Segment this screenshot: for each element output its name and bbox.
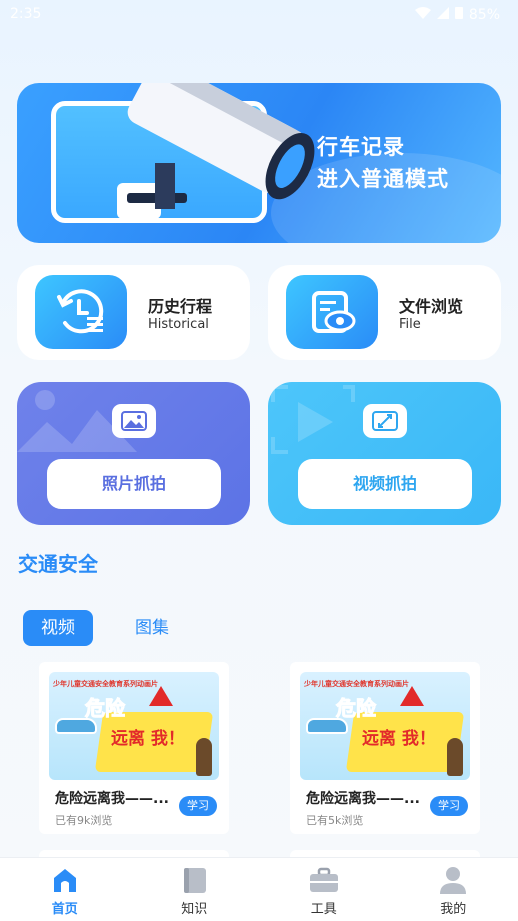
- child-figure-icon: [447, 738, 463, 776]
- banner-line2: 进入普通模式: [317, 167, 449, 191]
- file-view-icon: [286, 275, 378, 349]
- file-subtitle: File: [399, 317, 421, 332]
- video-views: 已有9k浏览: [55, 814, 113, 827]
- wifi-icon: [414, 6, 431, 23]
- video-capture-button[interactable]: 视频抓拍: [298, 459, 472, 509]
- section-title: 交通安全: [18, 552, 98, 576]
- video-title: 危险远离我——...: [55, 791, 169, 807]
- banner-text: 行车记录 进入普通模式: [317, 131, 449, 195]
- battery-icon: [454, 6, 463, 23]
- photo-capture-button[interactable]: 照片抓拍: [47, 459, 221, 509]
- status-icons: 85%: [414, 6, 500, 23]
- tab-gallery[interactable]: 图集: [117, 610, 187, 646]
- historical-title: 历史行程: [148, 297, 213, 316]
- nav-tools[interactable]: 工具: [259, 858, 389, 921]
- thumb-away-text: 远离 我！: [362, 729, 436, 749]
- toolbox-icon: [309, 866, 339, 898]
- warning-icon: [400, 686, 424, 706]
- nav-home-label: 首页: [51, 902, 78, 917]
- nav-tools-label: 工具: [310, 902, 337, 917]
- video-expand-icon: [363, 404, 407, 438]
- file-title: 文件浏览: [399, 297, 464, 316]
- nav-mine-label: 我的: [440, 902, 467, 917]
- status-time: 2:35: [10, 6, 42, 22]
- thumb-danger-text: 危险: [336, 696, 377, 721]
- camera-illustration-icon: [97, 83, 327, 237]
- nav-knowledge[interactable]: 知识: [130, 858, 260, 921]
- file-browse-card[interactable]: 文件浏览 File: [268, 265, 501, 360]
- battery-level: 85%: [468, 6, 500, 23]
- nav-knowledge-label: 知识: [181, 902, 208, 917]
- thumb-series-text: 少年儿童交通安全教育系列动画片: [304, 680, 409, 688]
- tab-video[interactable]: 视频: [23, 610, 93, 646]
- home-icon: [51, 866, 79, 898]
- study-badge[interactable]: 学习: [179, 796, 217, 816]
- car-icon: [55, 718, 97, 734]
- video-card[interactable]: 少年儿童交通安全教育系列动画片 危险 远离 我！ 危险远离我——... 已有5k…: [290, 662, 480, 834]
- video-title: 危险远离我——...: [306, 791, 420, 807]
- image-icon: [112, 404, 156, 438]
- content-tabs: 视频 图集: [23, 610, 211, 646]
- video-thumbnail: 少年儿童交通安全教育系列动画片 危险 远离 我！: [300, 672, 470, 780]
- nav-home[interactable]: 首页: [0, 858, 130, 921]
- photo-capture-card: 照片抓拍: [17, 382, 250, 525]
- warning-icon: [149, 686, 173, 706]
- historical-subtitle: Historical: [148, 317, 209, 332]
- banner-line1: 行车记录: [317, 135, 405, 159]
- video-card[interactable]: 少年儿童交通安全教育系列动画片 危险 远离 我！ 危险远离我——... 已有9k…: [39, 662, 229, 834]
- thumb-series-text: 少年儿童交通安全教育系列动画片: [53, 680, 158, 688]
- thumb-away-text: 远离 我！: [111, 729, 185, 749]
- thumb-danger-text: 危险: [85, 696, 126, 721]
- car-icon: [306, 718, 348, 734]
- video-thumbnail: 少年儿童交通安全教育系列动画片 危险 远离 我！: [49, 672, 219, 780]
- history-icon: [35, 275, 127, 349]
- bottom-nav: 首页 知识 工具 我的: [0, 857, 518, 921]
- child-figure-icon: [196, 738, 212, 776]
- status-bar: 2:35 85%: [0, 0, 518, 28]
- nav-mine[interactable]: 我的: [389, 858, 518, 921]
- driving-record-banner[interactable]: 行车记录 进入普通模式: [17, 83, 501, 243]
- book-icon: [180, 866, 208, 898]
- historical-trip-card[interactable]: 历史行程 Historical: [17, 265, 250, 360]
- study-badge[interactable]: 学习: [430, 796, 468, 816]
- signal-icon: [436, 6, 449, 23]
- user-icon: [439, 866, 467, 898]
- video-views: 已有5k浏览: [306, 814, 364, 827]
- video-capture-card: 视频抓拍: [268, 382, 501, 525]
